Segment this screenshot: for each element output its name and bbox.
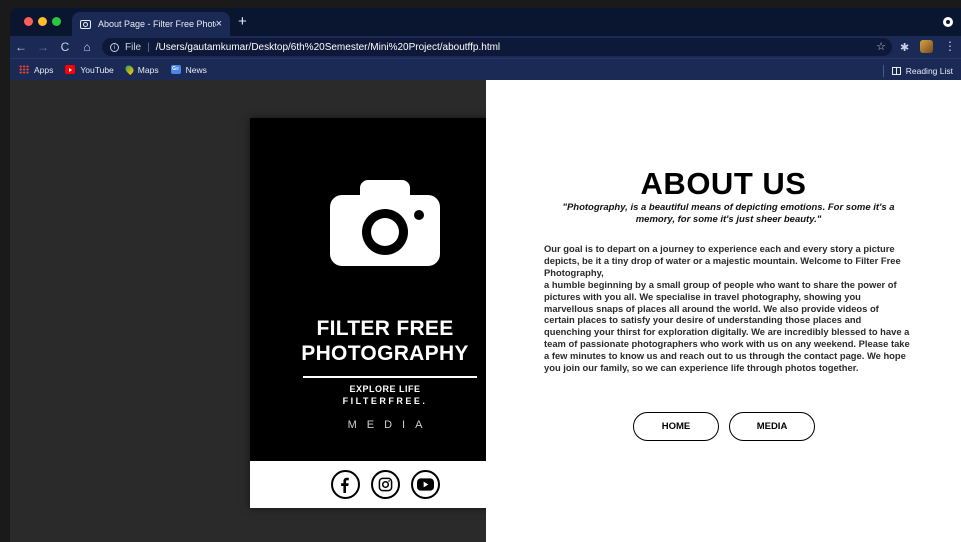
tab-about-page[interactable]: About Page - Filter Free Photo × xyxy=(72,12,230,36)
brand-title-line2: PHOTOGRAPHY xyxy=(301,342,469,365)
divider xyxy=(303,376,477,378)
bookmark-youtube[interactable]: YouTube xyxy=(65,64,114,75)
reading-list-button[interactable]: Reading List xyxy=(882,65,953,77)
tab-title: About Page - Filter Free Photo xyxy=(97,19,216,29)
bookmark-label: News xyxy=(185,64,207,75)
maximize-window-button[interactable] xyxy=(52,17,61,26)
bookmarks-bar: Apps YouTube Maps G≡ News Reading List xyxy=(10,58,961,80)
address-bar[interactable]: i File | /Users/gautamkumar/Desktop/6th%… xyxy=(102,38,892,56)
maps-pin-icon xyxy=(123,63,135,76)
new-tab-button[interactable]: + xyxy=(238,14,247,29)
reading-list-label: Reading List xyxy=(905,66,953,76)
camera-favicon-icon xyxy=(80,19,91,29)
instagram-icon[interactable] xyxy=(370,470,400,499)
bookmark-apps[interactable]: Apps xyxy=(19,65,53,75)
reload-button[interactable]: C xyxy=(54,41,76,53)
quote-text: "Photography, is a beautiful means of de… xyxy=(562,202,895,225)
facebook-icon[interactable] xyxy=(330,470,360,499)
google-news-icon: G≡ xyxy=(170,65,181,74)
profile-icon[interactable] xyxy=(943,17,953,27)
minimize-window-button[interactable] xyxy=(38,17,47,26)
divider xyxy=(882,65,884,77)
brand-title: FILTER FREE PHOTOGRAPHY xyxy=(250,316,520,366)
home-button[interactable]: ⌂ xyxy=(76,41,98,53)
tagline-line1: EXPLORE LIFE xyxy=(349,384,421,394)
social-links xyxy=(250,461,520,508)
bookmark-label: YouTube xyxy=(80,64,114,75)
bookmark-label: Maps xyxy=(137,64,159,75)
media-button[interactable]: MEDIA xyxy=(729,412,815,441)
bookmark-news[interactable]: G≡ News xyxy=(170,64,207,75)
about-paragraph-2: a humble beginning by a small group of p… xyxy=(544,278,910,374)
bookmark-maps[interactable]: Maps xyxy=(123,63,159,76)
brand-card: FILTER FREE PHOTOGRAPHY EXPLORE LIFE FIL… xyxy=(250,118,520,508)
browser-menu-icon[interactable]: ⋮ xyxy=(944,39,956,53)
left-panel: FILTER FREE PHOTOGRAPHY EXPLORE LIFE FIL… xyxy=(10,80,520,542)
media-label: MEDIA xyxy=(347,419,433,431)
info-icon[interactable]: i xyxy=(110,42,119,52)
extensions-puzzle-icon[interactable]: ✱ xyxy=(900,41,909,54)
tagline-line2: FILTERFREE. xyxy=(342,396,428,406)
youtube-icon[interactable] xyxy=(410,470,440,499)
tab-close-icon[interactable]: × xyxy=(216,18,222,30)
browser-toolbar: ← → C ⌂ i File | /Users/gautamkumar/Desk… xyxy=(10,36,961,58)
page-title-text: ABOUT US xyxy=(640,166,807,201)
url-scheme: File xyxy=(125,41,142,53)
about-paragraph-1: Our goal is to depart on a journey to ex… xyxy=(544,243,901,278)
home-button[interactable]: HOME xyxy=(633,412,719,441)
bookmark-label: Apps xyxy=(34,64,54,75)
url-separator: | xyxy=(147,41,150,53)
tab-strip: About Page - Filter Free Photo × + xyxy=(10,8,961,36)
camera-icon xyxy=(330,180,440,266)
back-button[interactable]: ← xyxy=(10,41,32,53)
forward-button[interactable]: → xyxy=(32,41,54,53)
brand-title-line1: FILTER FREE xyxy=(316,317,454,340)
about-body: Our goal is to depart on a journey to ex… xyxy=(544,243,911,374)
apps-grid-icon xyxy=(19,65,29,74)
about-section: ABOUT US "Photography, is a beautiful me… xyxy=(486,80,961,542)
close-window-button[interactable] xyxy=(24,17,33,26)
user-avatar[interactable] xyxy=(920,40,933,53)
reading-list-icon xyxy=(891,67,901,75)
youtube-icon xyxy=(65,65,76,74)
bookmark-star-icon[interactable]: ☆ xyxy=(876,40,886,53)
url-text[interactable]: /Users/gautamkumar/Desktop/6th%20Semeste… xyxy=(156,42,500,53)
browser-window: About Page - Filter Free Photo × + ← → C… xyxy=(10,8,961,542)
page-viewport: FILTER FREE PHOTOGRAPHY EXPLORE LIFE FIL… xyxy=(10,80,961,542)
page-title: ABOUT US xyxy=(486,166,961,202)
